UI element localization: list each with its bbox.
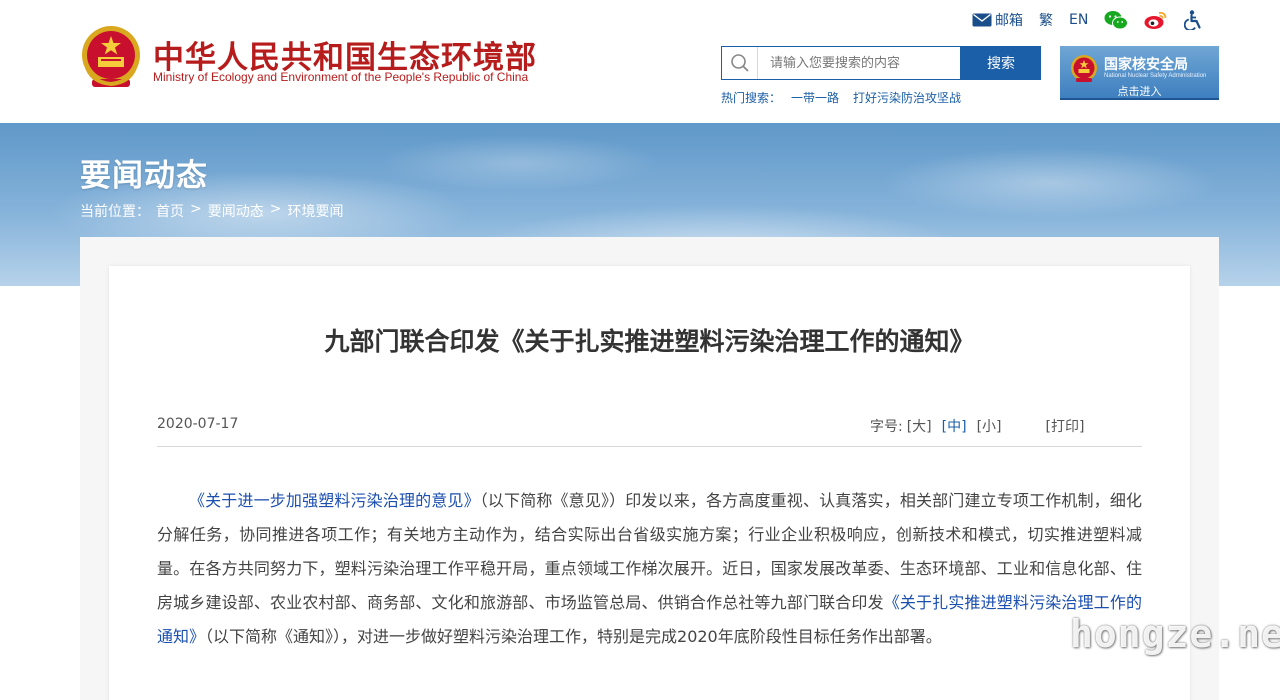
mail-label: 邮箱 (995, 13, 1023, 29)
traditional-chinese-link[interactable]: 繁 (1039, 10, 1053, 30)
article-tools: 字号: [大] [中] [小] [打印] (870, 416, 1084, 436)
national-emblem-icon (1071, 55, 1097, 82)
font-size-large[interactable]: [大] (907, 416, 932, 436)
print-button[interactable]: [打印] (1046, 416, 1085, 436)
article-paragraph: 《关于进一步加强塑料污染治理的意见》（以下简称《意见》）印发以来，各方高度重视、… (157, 484, 1142, 654)
font-size-medium[interactable]: [中] (942, 416, 967, 436)
breadcrumb-env-news[interactable]: 环境要闻 (287, 201, 343, 221)
hot-search-label: 热门搜索： (721, 91, 782, 105)
site-header: 中华人民共和国生态环境部 Ministry of Ecology and Env… (0, 0, 1280, 123)
article-date: 2020-07-17 (157, 416, 239, 432)
nnsa-enter-label: 点击进入 (1117, 85, 1162, 98)
breadcrumb: 当前位置： 首页 > 要闻动态 > 环境要闻 (80, 201, 349, 221)
paragraph-text: （以下简称《通知》），对进一步做好塑料污染治理工作，特别是完成2020年底阶段性… (205, 627, 942, 646)
search-box (721, 46, 961, 80)
search-button[interactable]: 搜索 (961, 46, 1041, 80)
national-emblem-icon[interactable] (80, 24, 142, 90)
wechat-icon (1104, 11, 1129, 30)
hot-search: 热门搜索： 一带一路 打好污染防治攻坚战 (721, 89, 975, 106)
breadcrumb-news[interactable]: 要闻动态 (208, 201, 264, 221)
breadcrumb-home[interactable]: 首页 (156, 201, 184, 221)
search-icon-wrap (722, 47, 758, 79)
accessibility-icon (1184, 10, 1201, 30)
nnsa-subtitle: National Nuclear Safety Administration (1104, 73, 1207, 79)
nnsa-title: 国家核安全局 (1104, 57, 1188, 73)
search-input[interactable] (758, 48, 954, 78)
wechat-link[interactable] (1104, 10, 1129, 30)
accessibility-link[interactable] (1184, 10, 1202, 30)
watermark: hongze.net (1070, 612, 1280, 656)
top-links: 邮箱 繁 EN (972, 9, 1202, 31)
breadcrumb-label: 当前位置： (80, 204, 150, 220)
section-title: 要闻动态 (80, 158, 208, 194)
article-title: 九部门联合印发《关于扎实推进塑料污染治理工作的通知》 (324, 327, 975, 356)
hot-search-item[interactable]: 一带一路 (791, 89, 839, 106)
english-link[interactable]: EN (1069, 12, 1088, 28)
breadcrumb-separator: > (269, 201, 282, 217)
weibo-link[interactable] (1144, 10, 1168, 30)
font-size-label: 字号: (870, 419, 903, 435)
mail-link[interactable]: 邮箱 (972, 10, 1023, 30)
breadcrumb-separator: > (190, 201, 202, 217)
font-size-small[interactable]: [小] (977, 416, 1002, 436)
hot-search-item[interactable]: 打好污染防治攻坚战 (853, 89, 961, 106)
meta-divider (157, 446, 1142, 447)
opinion-doc-link[interactable]: 《关于进一步加强塑料污染治理的意见》 (189, 491, 480, 510)
weibo-icon (1144, 11, 1167, 29)
site-name-en[interactable]: Ministry of Ecology and Environment of t… (153, 70, 528, 84)
search-icon (730, 54, 749, 72)
mail-icon (972, 13, 992, 27)
nnsa-entry-button[interactable]: 国家核安全局 National Nuclear Safety Administr… (1060, 46, 1219, 100)
